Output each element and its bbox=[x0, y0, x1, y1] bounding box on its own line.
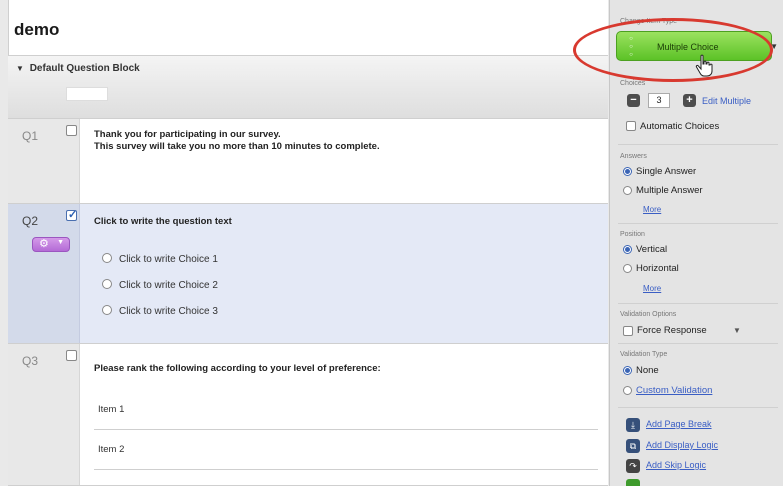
choice-label[interactable]: Click to write Choice 1 bbox=[119, 254, 218, 265]
rank-item-label[interactable]: Item 1 bbox=[98, 404, 124, 415]
force-response-label[interactable]: Force Response bbox=[637, 325, 707, 336]
position-option-label[interactable]: Vertical bbox=[636, 244, 667, 255]
automatic-choices-label[interactable]: Automatic Choices bbox=[640, 121, 719, 132]
edit-multiple-link[interactable]: Edit Multiple bbox=[702, 96, 751, 106]
item-type-value: Multiple Choice bbox=[657, 42, 719, 52]
position-option-label[interactable]: Horizontal bbox=[636, 263, 679, 274]
rank-item[interactable]: Item 2 bbox=[94, 430, 598, 470]
validation-type-option-label[interactable]: None bbox=[636, 365, 659, 376]
collapse-triangle-icon[interactable]: ▼ bbox=[16, 64, 24, 73]
minus-icon[interactable]: − bbox=[627, 94, 640, 107]
vertical-radio[interactable] bbox=[623, 245, 632, 254]
block-title-label: Default Question Block bbox=[29, 63, 140, 74]
automatic-choices-checkbox[interactable] bbox=[626, 121, 636, 131]
block-description-field[interactable] bbox=[66, 87, 108, 101]
survey-title: demo bbox=[14, 20, 60, 39]
chevron-down-icon: ▼ bbox=[770, 42, 778, 51]
custom-validation-radio[interactable] bbox=[623, 386, 632, 395]
answer-option-label[interactable]: Single Answer bbox=[636, 166, 696, 177]
divider bbox=[618, 407, 778, 408]
add-skip-logic-link[interactable]: Add Skip Logic bbox=[646, 460, 706, 470]
horizontal-radio[interactable] bbox=[623, 264, 632, 273]
choice-label[interactable]: Click to write Choice 2 bbox=[119, 280, 218, 291]
validation-type-label: Validation Type bbox=[620, 351, 668, 358]
question-block-header[interactable]: ▼ Default Question Block bbox=[8, 55, 608, 119]
radio-button[interactable] bbox=[102, 305, 112, 315]
block-title[interactable]: ▼ Default Question Block bbox=[16, 63, 140, 74]
divider bbox=[618, 223, 778, 224]
custom-validation-link[interactable]: Custom Validation bbox=[636, 385, 712, 396]
add-display-logic-link[interactable]: Add Display Logic bbox=[646, 440, 718, 450]
divider bbox=[618, 303, 778, 304]
chevron-down-icon[interactable]: ▼ bbox=[733, 326, 741, 335]
add-page-break-link[interactable]: Add Page Break bbox=[646, 419, 712, 429]
force-response-checkbox[interactable] bbox=[623, 326, 633, 336]
choice-item[interactable]: Click to write Choice 3 bbox=[102, 305, 218, 317]
position-label: Position bbox=[620, 231, 645, 238]
question-text[interactable]: Click to write the question text bbox=[94, 216, 232, 228]
answers-label: Answers bbox=[620, 153, 647, 160]
skip-logic-icon[interactable]: ↷ bbox=[626, 459, 640, 473]
validation-options-label: Validation Options bbox=[620, 311, 677, 318]
display-logic-icon[interactable]: ⧉ bbox=[626, 439, 640, 453]
multiple-answer-radio[interactable] bbox=[623, 186, 632, 195]
hand-pointer-icon bbox=[695, 54, 713, 77]
change-item-type-label: Change Item Type bbox=[620, 18, 678, 25]
question-text-line2[interactable]: This survey will take you no more than 1… bbox=[94, 141, 380, 153]
question-q3[interactable]: Q3 Please rank the following according t… bbox=[8, 344, 608, 486]
chevron-down-icon: ▼ bbox=[57, 239, 64, 246]
radio-button[interactable] bbox=[102, 279, 112, 289]
question-number: Q3 bbox=[22, 354, 39, 368]
question-select-checkbox[interactable] bbox=[66, 350, 77, 361]
none-validation-radio[interactable] bbox=[623, 366, 632, 375]
divider bbox=[618, 144, 778, 145]
single-answer-radio[interactable] bbox=[623, 167, 632, 176]
choice-item[interactable]: Click to write Choice 1 bbox=[102, 253, 218, 265]
choice-label[interactable]: Click to write Choice 3 bbox=[119, 306, 218, 317]
position-more-link[interactable]: More bbox=[643, 284, 661, 293]
question-q1[interactable]: Q1 Thank you for participating in our su… bbox=[8, 119, 608, 204]
plus-icon[interactable]: + bbox=[683, 94, 696, 107]
rank-item-label[interactable]: Item 2 bbox=[98, 444, 124, 455]
choices-label: Choices bbox=[620, 80, 646, 87]
question-text-line1[interactable]: Thank you for participating in our surve… bbox=[94, 129, 281, 141]
question-number: Q2 bbox=[22, 214, 39, 228]
gear-icon: ⚙ bbox=[39, 238, 49, 250]
rank-item[interactable]: Item 1 bbox=[94, 390, 598, 430]
question-text[interactable]: Please rank the following according to y… bbox=[94, 363, 381, 375]
answers-more-link[interactable]: More bbox=[643, 205, 661, 214]
three-dots-icon: ○ ○ ○ bbox=[629, 36, 633, 58]
question-gutter bbox=[8, 344, 80, 485]
answer-option-label[interactable]: Multiple Answer bbox=[636, 185, 703, 196]
question-select-checkbox[interactable] bbox=[66, 208, 77, 221]
question-gutter bbox=[8, 204, 80, 343]
choice-item[interactable]: Click to write Choice 2 bbox=[102, 279, 218, 291]
divider bbox=[618, 343, 778, 344]
partially-visible-action-icon[interactable] bbox=[626, 479, 640, 486]
question-select-checkbox[interactable] bbox=[66, 125, 77, 136]
page-break-icon[interactable]: ⤓ bbox=[626, 418, 640, 432]
choices-count-input[interactable]: 3 bbox=[648, 93, 670, 108]
radio-button[interactable] bbox=[102, 253, 112, 263]
question-menu-button[interactable]: ⚙ ▼ bbox=[32, 237, 70, 252]
question-q2[interactable]: Q2 ⚙ ▼ Click to write the question text … bbox=[8, 204, 608, 344]
question-number: Q1 bbox=[22, 129, 39, 143]
